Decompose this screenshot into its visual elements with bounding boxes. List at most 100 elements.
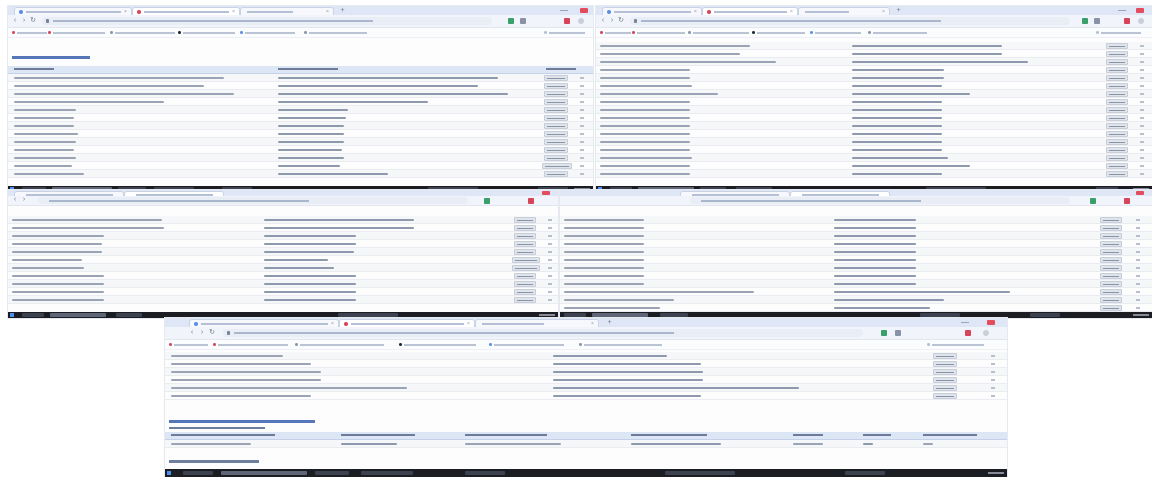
extension-icon[interactable] [881,330,887,336]
minimize-icon[interactable] [560,10,568,11]
table-row[interactable] [596,154,1152,162]
table-row[interactable] [165,360,1007,368]
close-tab-icon[interactable]: × [124,10,128,15]
extension-icon[interactable] [895,330,901,336]
table-row[interactable] [560,248,1152,256]
back-button[interactable]: ‹ [12,17,18,24]
table-row[interactable] [596,90,1152,98]
close-window-icon[interactable] [542,191,550,195]
extension-icon[interactable] [508,18,514,24]
taskbar-item[interactable] [845,471,885,475]
minimize-icon[interactable] [961,322,969,323]
tab-2[interactable]: × [339,319,475,327]
windows-start-icon[interactable] [10,313,14,317]
back-button[interactable]: ‹ [12,196,18,203]
back-button[interactable]: ‹ [189,329,195,336]
table-row[interactable] [8,162,593,170]
table-row[interactable] [8,146,593,154]
table-row[interactable] [165,384,1007,392]
reload-button[interactable]: ↻ [618,17,624,24]
taskbar-item[interactable] [221,471,307,475]
extension-icon[interactable] [564,18,570,24]
table-row[interactable] [596,146,1152,154]
tab-1[interactable]: × [189,319,339,327]
table-row[interactable] [596,66,1152,74]
table-row[interactable] [560,288,1152,296]
profile-avatar[interactable] [983,330,989,336]
address-bar[interactable] [690,197,1070,204]
table-row[interactable] [165,368,1007,376]
table-row[interactable] [560,256,1152,264]
table-row[interactable] [165,376,1007,384]
extension-icon[interactable] [484,198,490,204]
table-row[interactable] [596,58,1152,66]
taskbar-item[interactable] [660,313,688,317]
tab-3[interactable]: × [475,319,599,327]
tab-1[interactable]: × [14,7,132,15]
taskbar-item[interactable] [465,471,505,475]
taskbar-item[interactable] [116,313,142,317]
taskbar-item[interactable] [50,313,106,317]
table-row[interactable] [8,232,558,240]
taskbar-item[interactable] [1030,313,1060,317]
table-row[interactable] [8,90,593,98]
table-row[interactable] [596,122,1152,130]
table-row[interactable] [165,440,1007,448]
table-row[interactable] [8,122,593,130]
table-row[interactable] [596,98,1152,106]
table-row[interactable] [596,74,1152,82]
close-tab-icon[interactable]: × [790,10,794,15]
table-row[interactable] [8,154,593,162]
table-row[interactable] [8,74,593,82]
table-row[interactable] [596,114,1152,122]
address-bar[interactable] [630,17,1070,25]
taskbar-item[interactable] [665,471,735,475]
taskbar-item[interactable] [338,313,398,317]
table-row[interactable] [8,98,593,106]
table-row[interactable] [8,240,558,248]
table-row[interactable] [8,130,593,138]
table-row[interactable] [8,138,593,146]
table-row[interactable] [560,296,1152,304]
forward-button[interactable]: › [21,17,27,24]
extension-icon[interactable] [528,198,534,204]
address-bar[interactable] [38,197,468,204]
table-row[interactable] [596,162,1152,170]
table-row[interactable] [8,264,558,272]
extension-icon[interactable] [1090,198,1096,204]
table-row[interactable] [8,82,593,90]
tab-3[interactable]: × [798,7,890,15]
table-row[interactable] [8,280,558,288]
close-window-icon[interactable] [1136,191,1144,195]
close-tab-icon[interactable]: × [331,322,335,327]
table-row[interactable] [596,130,1152,138]
close-window-icon[interactable] [580,8,588,13]
table-row[interactable] [8,272,558,280]
close-tab-icon[interactable]: × [467,322,471,327]
tab-1[interactable]: × [602,7,702,15]
taskbar-item[interactable] [564,313,586,317]
table-row[interactable] [560,272,1152,280]
table-row[interactable] [596,138,1152,146]
new-tab-button[interactable]: + [605,319,614,326]
tab-3[interactable]: × [240,7,334,15]
extension-icon[interactable] [1124,198,1130,204]
back-button[interactable]: ‹ [600,17,606,24]
table-row[interactable] [596,106,1152,114]
table-row[interactable] [8,224,558,232]
forward-button[interactable]: › [199,329,205,336]
taskbar-item[interactable] [315,471,349,475]
close-window-icon[interactable] [1136,8,1144,13]
table-row[interactable] [8,114,593,122]
table-row[interactable] [596,82,1152,90]
table-row[interactable] [560,224,1152,232]
close-tab-icon[interactable]: × [232,10,236,15]
profile-avatar[interactable] [578,18,584,24]
extension-icon[interactable] [520,18,526,24]
taskbar-item[interactable] [183,471,213,475]
table-row[interactable] [8,288,558,296]
windows-start-icon[interactable] [167,471,171,475]
table-row[interactable] [560,240,1152,248]
extension-icon[interactable] [1082,18,1088,24]
table-row[interactable] [596,170,1152,178]
